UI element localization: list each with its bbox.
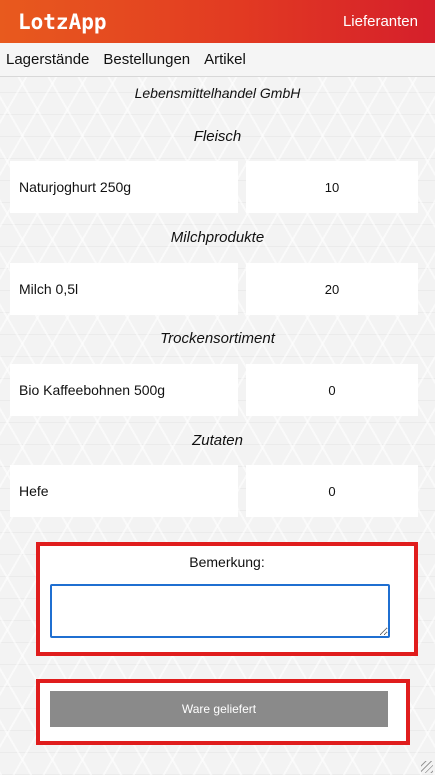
company-name: Lebensmittelhandel GmbH bbox=[134, 85, 301, 101]
category-title: Trockensortiment bbox=[160, 330, 275, 347]
submit-section: Ware geliefert bbox=[36, 679, 410, 745]
remark-label: Bemerkung: bbox=[189, 554, 265, 570]
resize-grip-icon[interactable] bbox=[421, 761, 433, 773]
category-title: Fleisch bbox=[193, 128, 242, 145]
article-name: Hefe bbox=[10, 465, 238, 517]
category-title: Milchprodukte bbox=[170, 229, 265, 246]
nav-item-bestellungen[interactable]: Bestellungen bbox=[103, 51, 190, 68]
article-row: Bio Kaffeebohnen 500g 0 bbox=[10, 364, 418, 416]
article-quantity[interactable]: 0 bbox=[246, 364, 418, 416]
article-name: Naturjoghurt 250g bbox=[10, 161, 238, 213]
nav-item-lagerstaende[interactable]: Lagerstände bbox=[6, 51, 89, 68]
article-row: Milch 0,5l 20 bbox=[10, 263, 418, 315]
article-row: Naturjoghurt 250g 10 bbox=[10, 161, 418, 213]
remark-textarea[interactable] bbox=[50, 584, 390, 638]
app-logo[interactable]: LotzApp bbox=[18, 10, 107, 34]
article-quantity[interactable]: 0 bbox=[246, 465, 418, 517]
article-row: Hefe 0 bbox=[10, 465, 418, 517]
ware-geliefert-button[interactable]: Ware geliefert bbox=[50, 691, 388, 727]
article-name: Milch 0,5l bbox=[10, 263, 238, 315]
category-title: Zutaten bbox=[192, 432, 243, 449]
article-quantity[interactable]: 20 bbox=[246, 263, 418, 315]
article-quantity[interactable]: 10 bbox=[246, 161, 418, 213]
nav-item-artikel[interactable]: Artikel bbox=[204, 51, 246, 68]
lieferanten-link[interactable]: Lieferanten bbox=[343, 13, 418, 30]
app-header: LotzApp Lieferanten bbox=[0, 0, 435, 43]
article-name: Bio Kaffeebohnen 500g bbox=[10, 364, 238, 416]
remark-section: Bemerkung: bbox=[36, 542, 418, 656]
main-nav: Lagerstände Bestellungen Artikel bbox=[0, 43, 435, 77]
